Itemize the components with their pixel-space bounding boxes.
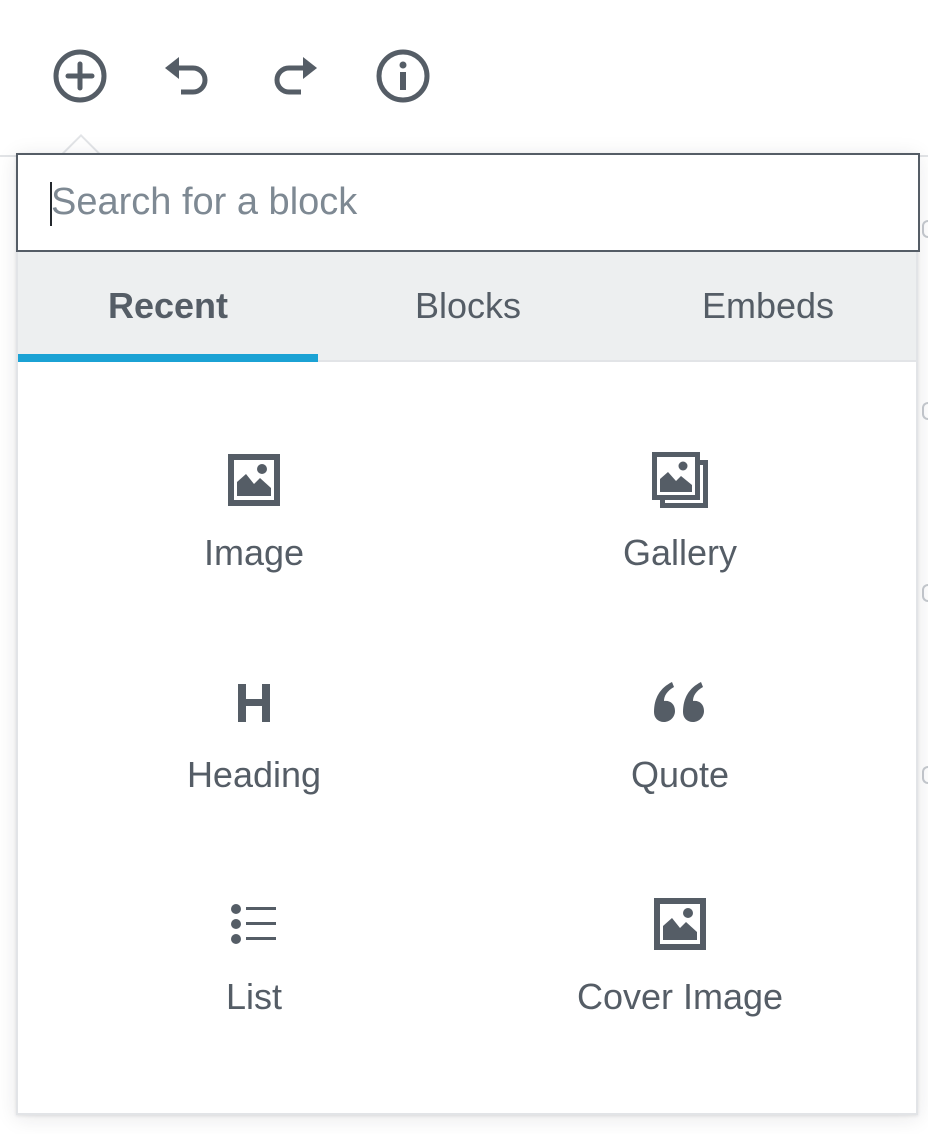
block-label: Quote xyxy=(630,754,730,795)
add-block-button[interactable] xyxy=(48,44,112,108)
block-label: Heading xyxy=(186,754,322,795)
info-icon xyxy=(376,49,430,103)
gallery-icon xyxy=(648,448,712,512)
block-item-gallery[interactable]: Gallery xyxy=(480,448,880,598)
block-search-input[interactable] xyxy=(51,155,891,250)
undo-button[interactable] xyxy=(155,44,219,108)
block-item-cover-image[interactable]: Cover Image xyxy=(480,892,880,1042)
undo-icon xyxy=(165,57,208,95)
background-content-edge xyxy=(922,220,928,238)
editor-page: Recent Blocks Embeds Image xyxy=(0,0,928,1134)
block-label: Cover Image xyxy=(576,976,784,1017)
tab-embeds[interactable]: Embeds xyxy=(618,252,918,360)
block-search-field[interactable] xyxy=(16,153,920,252)
block-item-image[interactable]: Image xyxy=(54,448,454,598)
block-label: List xyxy=(225,976,283,1017)
block-item-heading[interactable]: Heading xyxy=(54,670,454,820)
block-label: Image xyxy=(203,532,305,573)
tab-recent[interactable]: Recent xyxy=(18,252,318,362)
block-item-list[interactable]: List xyxy=(54,892,454,1042)
background-content-edge xyxy=(922,584,928,602)
tab-blocks[interactable]: Blocks xyxy=(318,252,618,360)
inserter-tabs: Recent Blocks Embeds xyxy=(18,252,916,362)
image-icon xyxy=(222,448,286,512)
quote-icon xyxy=(648,670,712,734)
background-content-edge xyxy=(922,766,928,784)
block-item-quote[interactable]: Quote xyxy=(480,670,880,820)
redo-icon xyxy=(274,57,317,95)
popover-arrow xyxy=(57,131,101,155)
editor-toolbar xyxy=(0,0,928,152)
cover-image-icon xyxy=(648,892,712,956)
background-content-edge xyxy=(922,402,928,420)
list-icon xyxy=(222,892,286,956)
plus-circle-icon xyxy=(53,49,107,103)
block-label: Gallery xyxy=(622,532,738,573)
info-button[interactable] xyxy=(371,44,435,108)
heading-icon xyxy=(222,670,286,734)
redo-button[interactable] xyxy=(263,44,327,108)
text-caret xyxy=(50,182,52,226)
